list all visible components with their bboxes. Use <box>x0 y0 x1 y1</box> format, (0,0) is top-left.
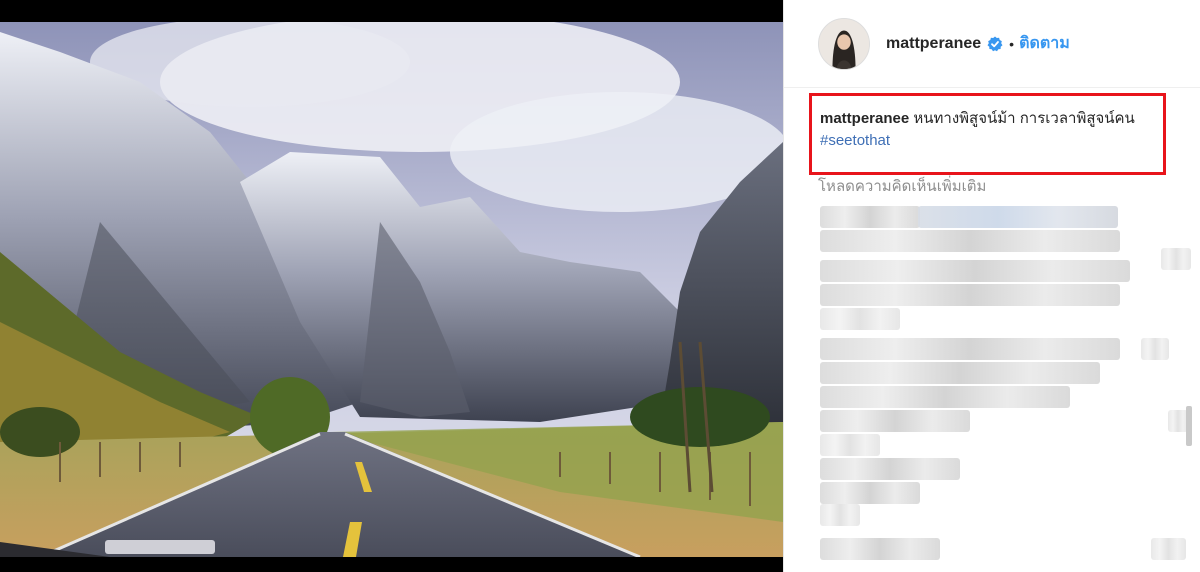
post-header: mattperanee • ติดตาม <box>784 0 1200 88</box>
separator-dot: • <box>1009 35 1015 52</box>
blurred-comment-line <box>918 206 1118 228</box>
blurred-comment-line <box>820 504 860 526</box>
avatar[interactable] <box>818 17 870 70</box>
post-caption: mattperanee หนทางพิสูจน์ม้า การเวลาพิสูจ… <box>820 108 1160 152</box>
blurred-comment-line <box>820 458 960 480</box>
blurred-comment-line <box>820 206 920 228</box>
blurred-comment-line <box>820 538 940 560</box>
caption-text: หนทางพิสูจน์ม้า การเวลาพิสูจน์คน <box>913 110 1135 127</box>
blurred-comment-line <box>1168 410 1188 432</box>
blurred-comment-line <box>820 482 920 504</box>
follow-button[interactable]: ติดตาม <box>1019 31 1070 56</box>
hashtag-link[interactable]: #seetothat <box>820 132 890 149</box>
header-username[interactable]: mattperanee <box>886 35 981 53</box>
blurred-comment-line <box>820 362 1100 384</box>
blurred-comment-line <box>1161 248 1191 270</box>
blurred-comment-line <box>820 386 1070 408</box>
post-photo[interactable] <box>0 22 783 557</box>
blurred-comment-line <box>820 260 1130 282</box>
verified-badge-icon <box>987 36 1003 52</box>
load-more-comments-link[interactable]: โหลดความคิดเห็นเพิ่มเติม <box>818 174 986 198</box>
highlighted-caption-frame: mattperanee หนทางพิสูจน์ม้า การเวลาพิสูจ… <box>809 93 1166 175</box>
avatar-image <box>819 18 869 69</box>
blurred-comment-line <box>820 338 1120 360</box>
blurred-comment-line <box>820 284 1120 306</box>
mountain-road-image <box>0 22 783 557</box>
blurred-comments-area <box>806 198 1200 572</box>
post-photo-container <box>0 0 783 572</box>
blurred-comment-line <box>820 308 900 330</box>
blurred-comment-line <box>820 230 1120 252</box>
scrollbar-thumb[interactable] <box>1186 406 1192 446</box>
blurred-comment-line <box>820 410 970 432</box>
blurred-comment-line <box>1141 338 1169 360</box>
caption-username[interactable]: mattperanee <box>820 110 909 127</box>
blurred-comment-line <box>820 434 880 456</box>
blurred-comment-line <box>1151 538 1186 560</box>
instagram-post-view: mattperanee • ติดตาม mattperanee หนทางพิ… <box>0 0 1200 572</box>
post-sidebar: mattperanee • ติดตาม mattperanee หนทางพิ… <box>783 0 1200 572</box>
